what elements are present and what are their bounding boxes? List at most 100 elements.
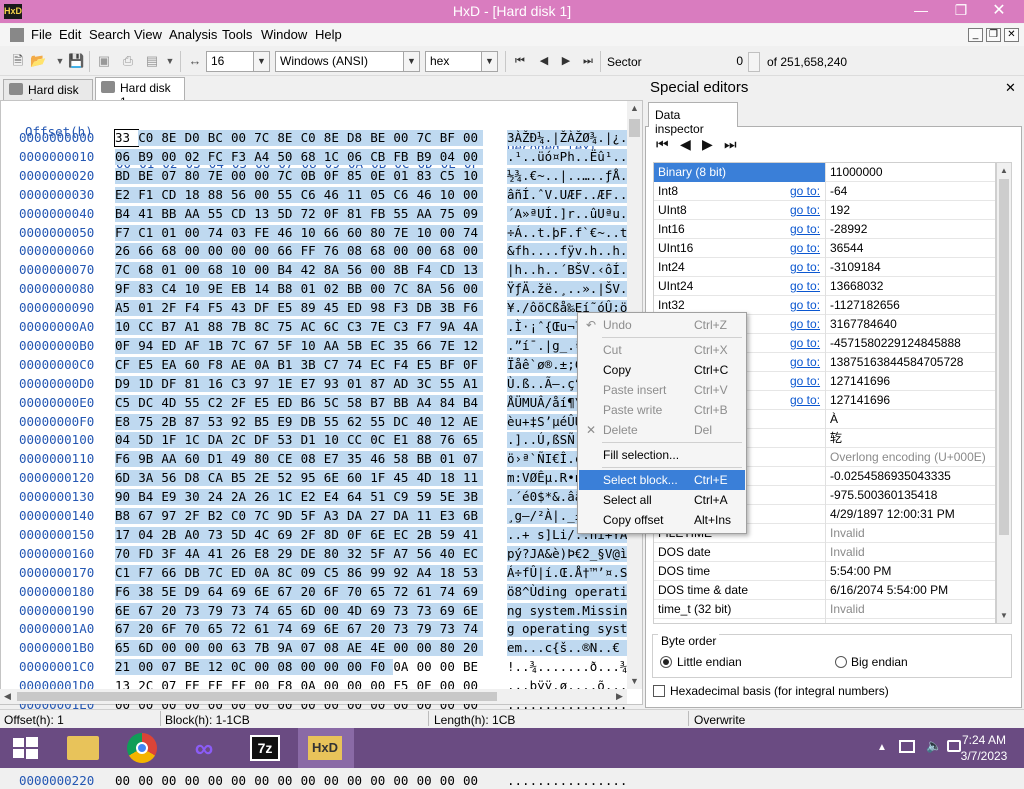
hex-byte[interactable]: C0	[300, 130, 324, 146]
hex-byte[interactable]: 21	[115, 659, 139, 676]
hex-byte[interactable]: 04	[138, 526, 162, 543]
menu-file[interactable]: File	[31, 27, 52, 42]
hex-byte[interactable]: 55	[439, 375, 463, 392]
hex-byte[interactable]: F4	[184, 300, 208, 317]
hex-row[interactable]: 0000000190 6E 67 20 73 79 73 74 65 6D 00 4D 69 73 73 69…	[1, 602, 628, 619]
hex-byte[interactable]: 53	[277, 432, 301, 449]
hex-byte[interactable]: 64	[347, 489, 371, 506]
hex-byte[interactable]: 65	[370, 583, 394, 600]
minimize-icon[interactable]: —	[906, 0, 936, 21]
inspector-row[interactable]: DOS date Invalid	[654, 543, 995, 562]
hex-byte[interactable]: 79	[416, 621, 440, 638]
hex-byte[interactable]: C3	[231, 375, 255, 392]
hex-byte[interactable]: D1	[207, 451, 231, 468]
hex-byte[interactable]: 00	[300, 659, 324, 676]
hex-byte[interactable]: 00	[416, 640, 440, 657]
hex-row[interactable]: 0000000060 26 66 68 00 00 00 00 66 FF 76 08 68 00 00 68…	[1, 243, 628, 260]
hex-byte[interactable]: 40	[416, 413, 440, 430]
hex-byte[interactable]: 4C	[254, 526, 278, 543]
hex-byte[interactable]: 01	[138, 300, 162, 317]
taskbar-visual-studio[interactable]: ∞	[178, 728, 234, 768]
hex-byte[interactable]: 1B	[207, 337, 231, 354]
hex-byte[interactable]: 75	[277, 319, 301, 335]
hex-byte[interactable]: 68	[300, 148, 324, 165]
hex-byte[interactable]: 70	[115, 545, 139, 562]
hex-byte[interactable]: 00	[370, 281, 394, 298]
hex-byte[interactable]: 00	[463, 773, 483, 789]
inspector-value[interactable]: Invalid	[830, 524, 865, 543]
hex-byte[interactable]: 00	[115, 773, 138, 789]
hex-byte[interactable]: DF	[161, 375, 185, 392]
menu-item-cut[interactable]: Cut Ctrl+X	[579, 340, 745, 360]
goto-link[interactable]: go to:	[790, 372, 820, 391]
hex-byte[interactable]: 9F	[115, 281, 139, 298]
hex-byte[interactable]: 60	[184, 356, 208, 373]
hex-byte[interactable]: EB	[231, 281, 255, 298]
hex-byte[interactable]: 81	[347, 205, 371, 222]
hex-byte[interactable]: 81	[184, 375, 208, 392]
hex-byte[interactable]: F6	[115, 451, 139, 468]
scroll-up-icon[interactable]: ▲	[627, 101, 642, 116]
inspector-value[interactable]: 192	[830, 201, 850, 220]
hex-byte[interactable]: 46	[370, 451, 394, 468]
hex-byte[interactable]: BF	[439, 356, 463, 373]
hex-byte[interactable]: 20	[370, 621, 394, 638]
hex-byte[interactable]: 73	[439, 621, 463, 638]
next-icon[interactable]: ▶	[702, 136, 713, 153]
hex-byte[interactable]: AA	[184, 205, 208, 222]
hex-byte[interactable]: A7	[393, 545, 417, 562]
inspector-row[interactable]: UInt24 go to: 13668032	[654, 277, 995, 296]
hex-byte[interactable]: BB	[416, 451, 440, 468]
hex-byte[interactable]: 00	[417, 659, 440, 675]
hex-byte[interactable]: CB	[370, 148, 394, 165]
hex-byte[interactable]: BD	[115, 167, 139, 184]
hex-byte[interactable]: 76	[323, 243, 347, 260]
menu-item-paste-insert[interactable]: Paste insert Ctrl+V	[579, 380, 745, 400]
properties-dropdown-icon[interactable]: ▼	[162, 53, 178, 69]
hex-byte[interactable]: 85	[347, 167, 371, 184]
hex-byte[interactable]: 83	[416, 167, 440, 184]
hex-byte[interactable]: 92	[393, 564, 417, 581]
hex-byte[interactable]: 75	[138, 413, 162, 430]
hex-byte[interactable]: AD	[393, 375, 417, 392]
hex-byte[interactable]: 56	[231, 186, 255, 203]
hex-byte[interactable]: 2B	[416, 526, 440, 543]
hex-byte[interactable]: 41	[463, 526, 483, 543]
chevron-down-icon[interactable]: ▼	[481, 52, 497, 71]
hex-byte[interactable]: A4	[416, 564, 440, 581]
hex-byte[interactable]: 9A	[277, 640, 301, 657]
hex-byte[interactable]: E5	[254, 394, 278, 411]
hex-byte[interactable]: AA	[323, 337, 347, 354]
hex-byte[interactable]: 32	[347, 545, 371, 562]
hex-byte[interactable]: BB	[347, 281, 371, 298]
hex-byte[interactable]: 75	[439, 205, 463, 222]
hex-byte[interactable]: 7C	[416, 130, 440, 146]
hex-byte[interactable]: ED	[277, 394, 301, 411]
tab-data-inspector[interactable]: Data inspector	[648, 102, 738, 136]
inspector-value[interactable]: 127141696	[830, 391, 890, 410]
hex-byte[interactable]: 10	[300, 337, 324, 354]
hex-byte[interactable]: 3F	[161, 545, 185, 562]
hex-row[interactable]: 0000000040 B4 41 BB AA 55 CD 13 5D 72 0F 81 FB 55 AA 75…	[1, 205, 628, 222]
hex-byte[interactable]: C1	[138, 224, 162, 241]
hex-byte[interactable]: 72	[393, 583, 417, 600]
hex-byte[interactable]: C3	[393, 319, 417, 335]
hex-byte[interactable]: 55	[207, 205, 231, 222]
hex-byte[interactable]: C0	[231, 508, 255, 524]
hex-byte[interactable]: 29	[277, 545, 301, 562]
hex-byte[interactable]: DB	[300, 413, 324, 430]
hex-row[interactable]: 00000001C0 21 00 07 BE 12 0C 00 08 00 00 00 F0 0A 00 00…	[1, 659, 628, 676]
hex-byte[interactable]: B5	[254, 413, 278, 430]
hex-byte[interactable]: 73	[393, 602, 417, 619]
hex-byte[interactable]: D9	[184, 583, 208, 600]
hex-row[interactable]: 00000000B0 0F 94 ED AF 1B 7C 67 5F 10 AA 5B EC 35 66 7E…	[1, 337, 628, 354]
goto-link[interactable]: go to:	[790, 277, 820, 296]
hex-byte[interactable]: CF	[115, 356, 139, 373]
hex-byte[interactable]: 8D	[323, 526, 347, 543]
hex-byte[interactable]: B4	[138, 489, 162, 506]
hex-row[interactable]: 0000000020 BD BE 07 80 7E 00 00 7C 0B 0F 85 0E 01 83 C5…	[1, 167, 628, 184]
hex-byte[interactable]: AA	[161, 451, 185, 468]
hex-byte[interactable]: 65	[463, 432, 483, 449]
hex-byte[interactable]: 73	[231, 602, 255, 619]
hex-byte[interactable]: 7C	[207, 564, 231, 581]
